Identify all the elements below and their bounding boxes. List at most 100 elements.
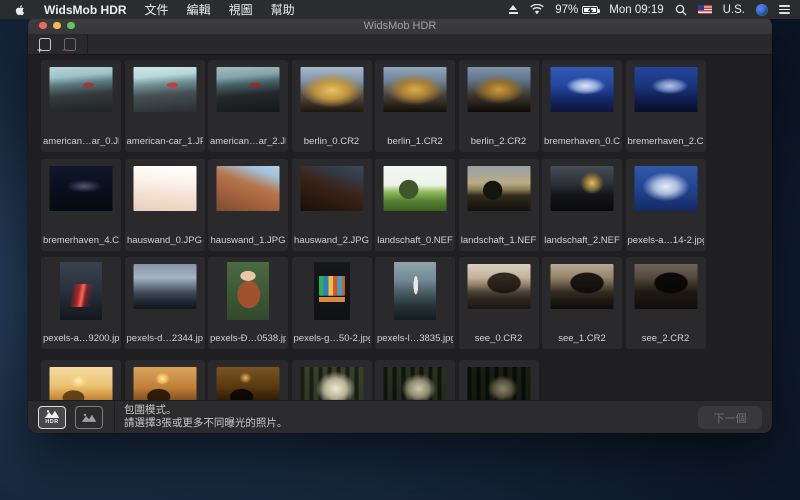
menu-edit[interactable]: 編輯 xyxy=(187,1,211,18)
photo-filename: american-car_1.JPG xyxy=(127,136,203,147)
photo-cell[interactable]: berlin_1.CR2 xyxy=(375,60,455,152)
photo-cell[interactable]: american-car_1.JPG xyxy=(125,60,205,152)
photo-filename: berlin_1.CR2 xyxy=(377,136,453,147)
photo-filename: bremerhaven_4.CR2 xyxy=(43,235,119,246)
photo-thumbnail[interactable] xyxy=(133,264,196,309)
photo-cell[interactable]: berlin_2.CR2 xyxy=(459,60,539,152)
photo-thumbnail[interactable] xyxy=(133,67,196,112)
photo-thumbnail[interactable] xyxy=(314,262,350,320)
photo-thumbnail[interactable] xyxy=(217,367,280,400)
photo-cell[interactable]: bremerhaven_0.CR2 xyxy=(542,60,622,152)
wifi-icon[interactable] xyxy=(530,4,544,15)
footer-bar: HDR 包圍模式。 請選擇3張或更多不同曝光的照片。 下一個 xyxy=(28,400,772,433)
menu-clock[interactable]: Mon 09:19 xyxy=(609,4,663,16)
footer-divider xyxy=(114,401,115,434)
photo-thumbnail[interactable] xyxy=(50,367,113,400)
photo-thumbnail[interactable] xyxy=(384,166,447,211)
photo-cell[interactable]: hauswand_2.JPG xyxy=(292,159,372,251)
photo-cell[interactable]: hauswand_0.JPG xyxy=(125,159,205,251)
photo-filename: bremerhaven_2.CR2 xyxy=(628,136,704,147)
photo-filename: pexels-g…50-2.jpg xyxy=(294,333,370,344)
photo-thumbnail[interactable] xyxy=(217,67,280,112)
photo-filename: bremerhaven_0.CR2 xyxy=(544,136,620,147)
photo-cell[interactable]: american…ar_0.JPG xyxy=(41,60,121,152)
single-photo-mode-button[interactable] xyxy=(75,406,103,429)
hdr-mode-label: HDR xyxy=(45,420,58,425)
hdr-bracket-mode-button[interactable]: HDR xyxy=(38,406,66,429)
photo-thumbnail[interactable] xyxy=(634,67,697,112)
photo-cell[interactable]: see_1.CR2 xyxy=(542,257,622,349)
photo-thumbnail[interactable] xyxy=(384,67,447,112)
photo-thumbnail[interactable] xyxy=(300,367,363,400)
photo-cell[interactable]: berlin_0.CR2 xyxy=(292,60,372,152)
battery-indicator[interactable]: 97% xyxy=(555,4,598,16)
photo-thumbnail[interactable] xyxy=(50,67,113,112)
photo-cell[interactable] xyxy=(375,360,455,400)
list-icon[interactable] xyxy=(779,5,790,14)
apple-menu-icon[interactable] xyxy=(14,3,26,17)
photo-cell[interactable] xyxy=(459,360,539,400)
photo-thumbnail[interactable] xyxy=(467,264,530,309)
photo-thumbnail[interactable] xyxy=(50,166,113,211)
photo-cell[interactable] xyxy=(208,360,288,400)
photo-cell[interactable]: american…ar_2.JPG xyxy=(208,60,288,152)
photo-grid: american…ar_0.JPG american-car_1.JPG ameri… xyxy=(28,55,772,400)
photo-filename: berlin_0.CR2 xyxy=(294,136,370,147)
photo-cell[interactable]: see_0.CR2 xyxy=(459,257,539,349)
photo-filename: pexels-Đ…0538.jpg xyxy=(210,333,286,344)
photo-thumbnail[interactable] xyxy=(551,67,614,112)
photo-cell[interactable]: pexels-d…2344.jpg xyxy=(125,257,205,349)
photo-thumbnail[interactable] xyxy=(551,166,614,211)
menu-help[interactable]: 幫助 xyxy=(271,1,295,18)
photo-thumbnail[interactable] xyxy=(133,367,196,400)
photo-cell[interactable]: landschaft_0.NEF xyxy=(375,159,455,251)
photo-filename: see_0.CR2 xyxy=(461,333,537,344)
mode-message-line2: 請選擇3張或更多不同曝光的照片。 xyxy=(124,417,287,431)
photo-cell[interactable] xyxy=(125,360,205,400)
photo-thumbnail[interactable] xyxy=(634,264,697,309)
photo-cell[interactable]: bremerhaven_2.CR2 xyxy=(626,60,706,152)
us-flag-icon[interactable] xyxy=(698,5,712,14)
menu-file[interactable]: 文件 xyxy=(145,1,169,18)
photo-filename: landschaft_2.NEF xyxy=(544,235,620,246)
photo-cell[interactable]: pexels-a…14-2.jpg xyxy=(626,159,706,251)
photo-thumbnail[interactable] xyxy=(300,166,363,211)
photo-cell[interactable]: landschaft_2.NEF xyxy=(542,159,622,251)
photo-cell[interactable]: pexels-a…9200.jpg xyxy=(41,257,121,349)
photo-cell[interactable]: bremerhaven_4.CR2 xyxy=(41,159,121,251)
photo-cell[interactable]: pexels-g…50-2.jpg xyxy=(292,257,372,349)
photo-thumbnail[interactable] xyxy=(217,166,280,211)
window-toolbar: + − xyxy=(28,34,772,55)
photo-cell[interactable]: see_2.CR2 xyxy=(626,257,706,349)
photo-thumbnail[interactable] xyxy=(384,367,447,400)
photo-thumbnail[interactable] xyxy=(551,264,614,309)
search-icon[interactable] xyxy=(675,4,687,16)
photo-cell[interactable]: landschaft_1.NEF xyxy=(459,159,539,251)
photo-thumbnail[interactable] xyxy=(133,166,196,211)
add-photos-icon[interactable]: + xyxy=(39,38,51,51)
title-bar[interactable]: WidsMob HDR xyxy=(28,17,772,34)
photo-cell[interactable]: hauswand_1.JPG xyxy=(208,159,288,251)
photo-thumbnail[interactable] xyxy=(60,262,102,320)
photo-thumbnail[interactable] xyxy=(227,262,269,320)
photo-cell[interactable]: pexels-Đ…0538.jpg xyxy=(208,257,288,349)
input-source-label[interactable]: U.S. xyxy=(723,4,745,16)
photo-thumbnail[interactable] xyxy=(467,367,530,400)
app-menu-title[interactable]: WidsMob HDR xyxy=(44,3,127,17)
photo-thumbnail[interactable] xyxy=(634,166,697,211)
remove-photos-icon[interactable]: − xyxy=(64,38,76,51)
photo-cell[interactable] xyxy=(41,360,121,400)
photo-thumbnail[interactable] xyxy=(394,262,436,320)
photo-thumbnail[interactable] xyxy=(467,166,530,211)
photo-thumbnail[interactable] xyxy=(300,67,363,112)
menu-view[interactable]: 視圖 xyxy=(229,1,253,18)
photo-cell[interactable]: pexels-l…3835.jpg xyxy=(375,257,455,349)
photo-filename: berlin_2.CR2 xyxy=(461,136,537,147)
photo-filename: pexels-d…2344.jpg xyxy=(127,333,203,344)
siri-icon[interactable] xyxy=(756,4,768,16)
photo-cell[interactable] xyxy=(292,360,372,400)
photo-filename: hauswand_1.JPG xyxy=(210,235,286,246)
photo-thumbnail[interactable] xyxy=(467,67,530,112)
eject-icon[interactable] xyxy=(508,5,519,15)
next-button[interactable]: 下一個 xyxy=(698,406,762,429)
